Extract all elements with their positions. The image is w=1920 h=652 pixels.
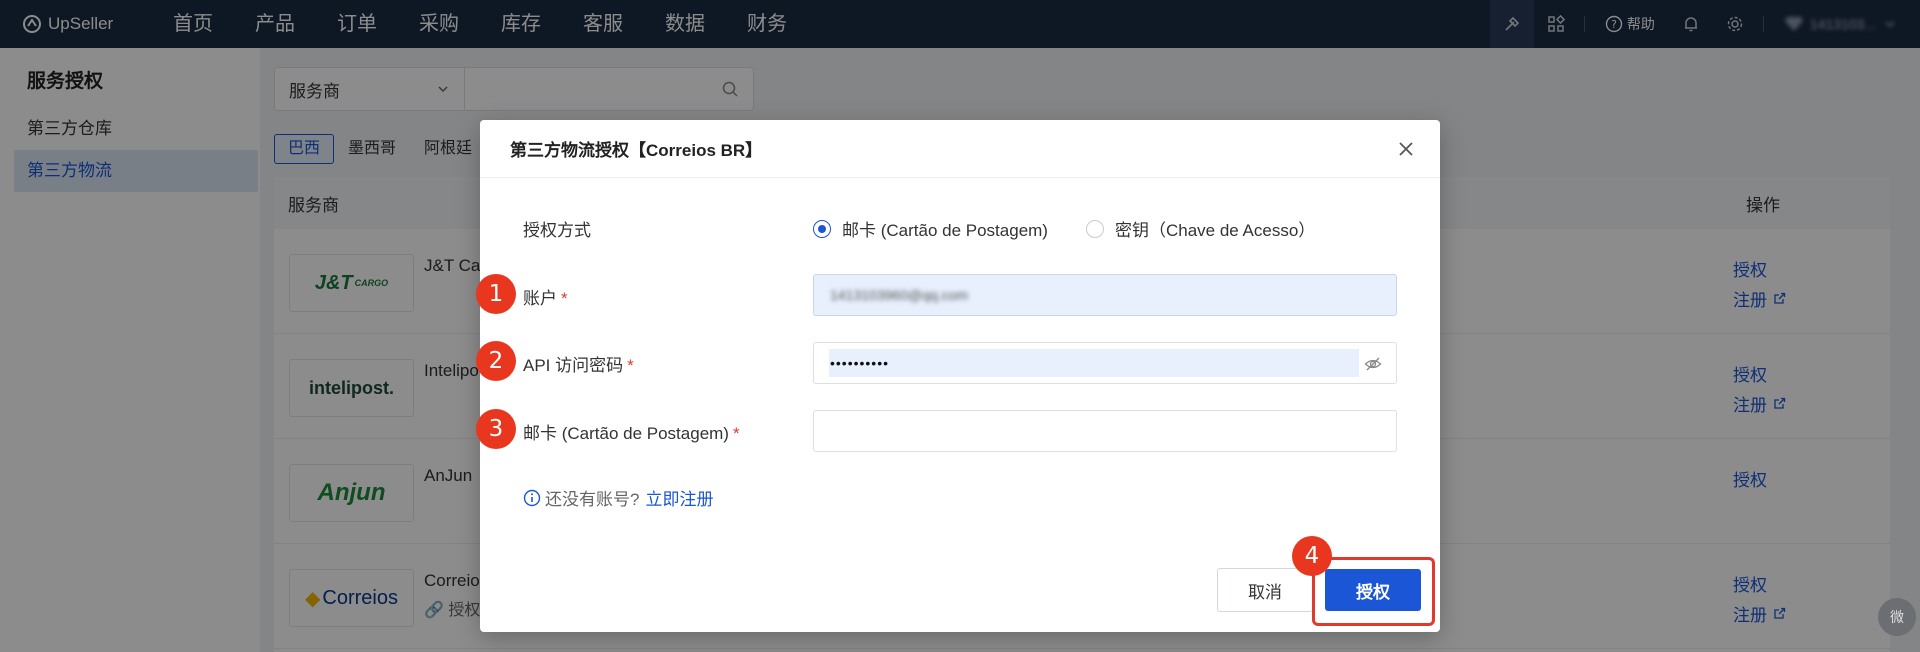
eye-off-icon[interactable] [1364, 355, 1382, 373]
radio-access-key-label: 密钥（Chave de Acesso） [1114, 221, 1316, 240]
radio-indicator-checked [813, 219, 831, 238]
close-icon [1399, 141, 1413, 156]
step-marker-3: 3 [476, 409, 516, 449]
radio-access-key[interactable]: 密钥（Chave de Acesso） [1085, 216, 1316, 241]
postal-card-field[interactable] [813, 410, 1397, 452]
authorize-button-highlight [1312, 557, 1435, 626]
info-icon [523, 489, 541, 506]
account-field[interactable]: 1413103960@qq.com [813, 274, 1397, 316]
required-asterisk: * [732, 424, 740, 443]
api-password-field[interactable]: •••••••••• [813, 342, 1397, 384]
api-password-label-text: API 访问密码 [523, 356, 624, 375]
account-value: 1413103960@qq.com [830, 287, 968, 303]
register-hint-text: 还没有账号? [545, 490, 640, 509]
required-asterisk: * [627, 356, 634, 375]
postal-card-label: 邮卡 (Cartão de Postagem) * [523, 419, 740, 444]
dialog-header: 第三方物流授权【Correios BR】 [480, 120, 1440, 178]
account-label: 账户 * [523, 284, 568, 309]
postal-card-label-text: 邮卡 (Cartão de Postagem) [523, 424, 729, 443]
close-button[interactable] [1394, 137, 1418, 161]
step-marker-2: 2 [476, 341, 516, 381]
radio-postal-card-label: 邮卡 (Cartão de Postagem) [842, 221, 1048, 240]
account-label-text: 账户 [523, 289, 557, 308]
wechat-float-button[interactable]: 微 [1878, 598, 1916, 636]
register-now-link[interactable]: 立即注册 [645, 485, 713, 510]
radio-postal-card[interactable]: 邮卡 (Cartão de Postagem) [813, 216, 1048, 241]
api-password-value: •••••••••• [829, 349, 1359, 377]
step-marker-1: 1 [476, 274, 516, 314]
step-marker-4: 4 [1292, 536, 1332, 576]
auth-method-radio-group: 邮卡 (Cartão de Postagem) 密钥（Chave de Aces… [813, 216, 1353, 241]
register-hint: 还没有账号? 立即注册 [523, 485, 713, 510]
cancel-button[interactable]: 取消 [1217, 568, 1313, 612]
auth-method-label: 授权方式 [523, 221, 591, 240]
api-password-label: API 访问密码 * [523, 351, 634, 376]
required-asterisk: * [561, 289, 568, 308]
dialog-title: 第三方物流授权【Correios BR】 [510, 141, 763, 160]
radio-indicator-unchecked [1085, 219, 1104, 238]
